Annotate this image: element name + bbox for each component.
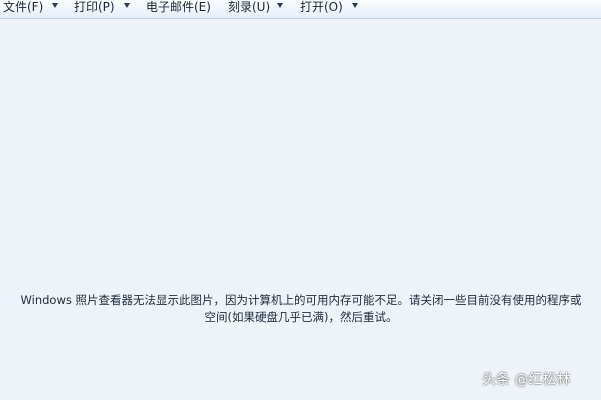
error-message-line-2: 空间(如果硬盘几乎已满)，然后重试。 bbox=[204, 310, 398, 324]
error-message-line-1: Windows 照片查看器无法显示此图片，因为计算机上的可用内存可能不足。请关闭… bbox=[20, 293, 582, 307]
watermark: 头条 @红松林 bbox=[482, 372, 571, 388]
menu-bar: 文件(F) 打印(P) 电子邮件(E) 刻录(U) 打开(O) bbox=[0, 0, 601, 19]
menu-open[interactable]: 打开(O) bbox=[300, 0, 343, 18]
menu-email[interactable]: 电子邮件(E) bbox=[146, 0, 211, 18]
print-dropdown-icon[interactable] bbox=[124, 3, 130, 8]
burn-dropdown-icon[interactable] bbox=[277, 3, 283, 8]
menu-burn[interactable]: 刻录(U) bbox=[228, 0, 270, 18]
open-dropdown-icon[interactable] bbox=[352, 3, 358, 8]
menu-file[interactable]: 文件(F) bbox=[3, 0, 43, 18]
error-message: Windows 照片查看器无法显示此图片，因为计算机上的可用内存可能不足。请关闭… bbox=[0, 292, 601, 326]
menu-print[interactable]: 打印(P) bbox=[74, 0, 115, 18]
file-dropdown-icon[interactable] bbox=[52, 3, 58, 8]
